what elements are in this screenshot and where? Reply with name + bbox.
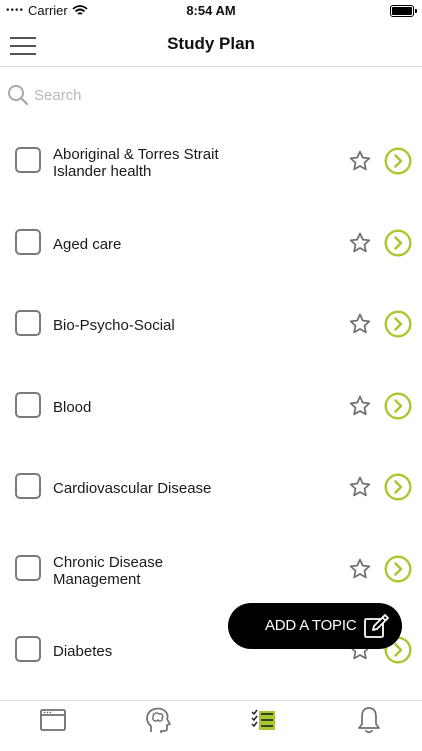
topic-label: Blood (53, 367, 243, 448)
tab-bar (0, 700, 422, 751)
chevron-right-icon[interactable] (384, 229, 412, 257)
nav-bar: Study Plan (0, 22, 422, 67)
topic-label: Aged care (53, 204, 243, 285)
list-item[interactable]: Blood (0, 367, 422, 448)
list-item[interactable]: Aged care (0, 204, 422, 285)
topic-checkbox[interactable] (15, 636, 41, 662)
chevron-right-icon[interactable] (384, 147, 412, 175)
list-item[interactable]: Chronic Disease Management (0, 530, 422, 611)
topic-label-line2: Islander health (53, 162, 152, 180)
topic-label-line1: Bio-Psycho-Social (53, 317, 175, 334)
chevron-right-icon[interactable] (384, 473, 412, 501)
topic-checkbox[interactable] (15, 229, 41, 255)
topic-label-line1: Diabetes (53, 643, 113, 660)
list-item[interactable]: Cardiovascular Disease (0, 448, 422, 529)
add-topic-label: ADD A TOPIC (265, 617, 357, 634)
topic-checkbox[interactable] (15, 392, 41, 418)
chevron-right-icon[interactable] (384, 555, 412, 583)
star-icon[interactable] (348, 475, 372, 499)
edit-icon (364, 614, 389, 638)
search-bar (0, 78, 422, 112)
checklist-icon[interactable] (250, 705, 280, 735)
status-time: 8:54 AM (186, 3, 236, 18)
chevron-right-icon[interactable] (384, 310, 412, 338)
topic-label-line1: Aged care (53, 236, 122, 253)
chevron-right-icon[interactable] (384, 392, 412, 420)
search-icon (8, 85, 29, 106)
star-icon[interactable] (348, 394, 372, 418)
topic-label-line1: Cardiovascular Disease (53, 480, 212, 497)
page-title: Study Plan (167, 34, 255, 53)
search-input[interactable] (32, 82, 406, 108)
list-item[interactable]: Bio-Psycho-Social (0, 285, 422, 366)
brain-head-icon[interactable] (143, 705, 173, 735)
star-icon[interactable] (348, 312, 372, 336)
bell-icon[interactable] (354, 705, 384, 735)
topic-checkbox[interactable] (15, 473, 41, 499)
topic-checkbox[interactable] (15, 555, 41, 581)
topic-label-line2: Management (53, 570, 141, 588)
topic-label: Bio-Psycho-Social (53, 285, 243, 366)
star-icon[interactable] (348, 231, 372, 255)
battery-icon (390, 5, 417, 17)
topic-label: Aboriginal & Torres Strait Islander healt… (53, 122, 243, 203)
browser-icon[interactable] (38, 705, 68, 735)
topic-label-line1: Blood (53, 399, 92, 416)
topic-label-line1: Chronic Disease (53, 553, 164, 571)
status-bar: •••• Carrier 8:54 AM (0, 0, 422, 22)
add-topic-button[interactable]: ADD A TOPIC (228, 603, 402, 649)
topic-label: Diabetes (53, 611, 243, 692)
topic-label: Chronic Disease Management (53, 530, 243, 611)
topic-checkbox[interactable] (15, 310, 41, 336)
star-icon[interactable] (348, 557, 372, 581)
topic-checkbox[interactable] (15, 147, 41, 173)
topic-label-line1: Aboriginal & Torres Strait (53, 145, 219, 163)
list-item[interactable]: Aboriginal & Torres Strait Islander healt… (0, 122, 422, 203)
star-icon[interactable] (348, 149, 372, 173)
topic-label: Cardiovascular Disease (53, 448, 243, 529)
